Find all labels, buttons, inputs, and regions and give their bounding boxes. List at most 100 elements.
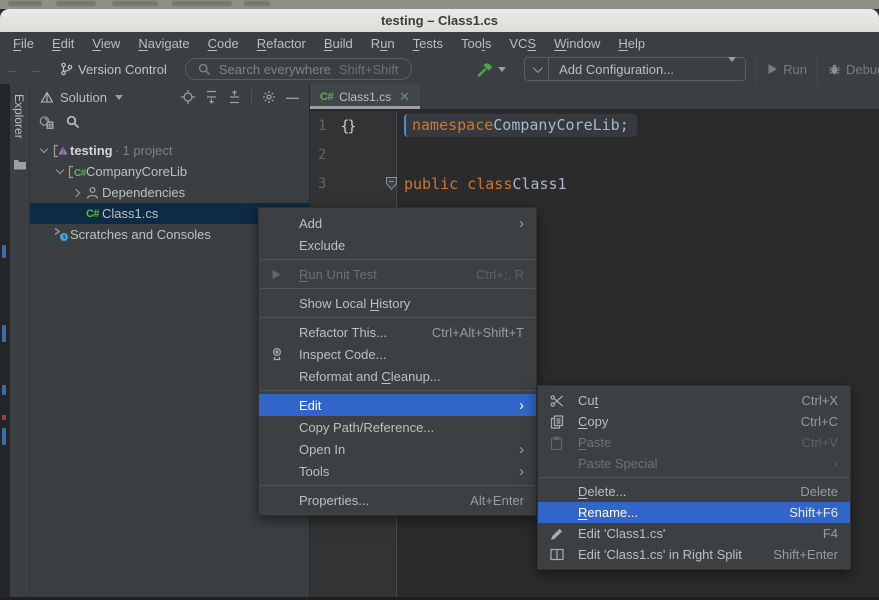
search-shortcut-hint: Shift+Shift xyxy=(339,62,399,77)
menubar-item-refactor[interactable]: Refactor xyxy=(248,34,315,53)
menubar-item-edit[interactable]: Edit xyxy=(43,34,83,53)
menu-separator xyxy=(539,477,849,478)
submenu-arrow-icon: › xyxy=(519,442,524,457)
edit-submenu: CutCtrl+XCopyCtrl+CPasteCtrl+VPaste Spec… xyxy=(537,385,851,570)
menu-shortcut: F4 xyxy=(823,526,838,541)
run-button[interactable]: Run xyxy=(756,54,817,84)
menu-item-edit[interactable]: Edit› xyxy=(259,394,536,416)
menu-separator xyxy=(260,390,535,391)
copy-icon xyxy=(550,415,578,429)
menu-item-show-local-history[interactable]: Show Local History xyxy=(259,292,536,314)
menubar-item-file[interactable]: File xyxy=(4,34,43,53)
menu-shortcut: Alt+Enter xyxy=(470,493,524,508)
version-control-button[interactable]: Version Control xyxy=(60,62,167,77)
menubar-item-build[interactable]: Build xyxy=(315,34,362,53)
main-toolbar: ← → Version Control Search everywhere Sh… xyxy=(0,54,879,84)
code-line-3[interactable]: public class Class1 xyxy=(398,169,879,198)
fold-marker-icon[interactable] xyxy=(386,177,397,190)
menu-shortcut: Ctrl+X xyxy=(802,393,838,408)
debug-button[interactable]: Debug xyxy=(817,54,879,84)
submenu-arrow-icon: › xyxy=(833,456,838,471)
tree-chevron-right-icon[interactable] xyxy=(68,190,83,196)
menu-item-edit-class1-cs[interactable]: Edit 'Class1.cs'F4 xyxy=(538,523,850,544)
menu-bar: FileEditViewNavigateCodeRefactorBuildRun… xyxy=(0,32,879,54)
menubar-item-tools[interactable]: Tools xyxy=(452,34,500,53)
build-options-chevron-icon[interactable] xyxy=(498,67,506,72)
tree-item-testing[interactable]: testing · 1 project xyxy=(30,140,309,161)
select-opened-file-icon[interactable] xyxy=(38,115,54,129)
run-label: Run xyxy=(783,62,807,77)
settings-gear-icon[interactable] xyxy=(262,90,276,104)
menu-item-paste: PasteCtrl+V xyxy=(538,432,850,453)
tree-item-companycorelib[interactable]: C#CompanyCoreLib xyxy=(30,161,309,182)
menubar-item-vcs[interactable]: VCS xyxy=(500,34,545,53)
version-control-label: Version Control xyxy=(78,62,167,77)
panel-search-icon[interactable] xyxy=(66,115,80,129)
menu-item-open-in[interactable]: Open In› xyxy=(259,438,536,460)
menu-item-exclude[interactable]: Exclude xyxy=(259,234,536,256)
menu-separator xyxy=(260,288,535,289)
menu-item-rename[interactable]: Rename...Shift+F6 xyxy=(538,502,850,523)
tab-close-icon[interactable]: ✕ xyxy=(399,89,410,105)
search-everywhere-input[interactable]: Search everywhere Shift+Shift xyxy=(185,58,412,80)
menubar-item-run[interactable]: Run xyxy=(362,34,404,53)
menu-item-cut[interactable]: CutCtrl+X xyxy=(538,390,850,411)
menubar-item-navigate[interactable]: Navigate xyxy=(129,34,198,53)
menu-item-edit-class1-cs-in-right-split[interactable]: Edit 'Class1.cs' in Right SplitShift+Ent… xyxy=(538,544,850,565)
expand-all-icon[interactable] xyxy=(205,90,218,104)
menu-shortcut: Ctrl+Alt+Shift+T xyxy=(432,325,524,340)
search-icon xyxy=(198,63,211,76)
menu-item-tools[interactable]: Tools› xyxy=(259,460,536,482)
debug-label: Debug xyxy=(846,62,879,77)
scissors-icon xyxy=(550,394,578,408)
solution-panel-toolbar xyxy=(30,110,309,134)
menubar-item-window[interactable]: Window xyxy=(545,34,609,53)
menu-item-inspect-code[interactable]: Inspect Code... xyxy=(259,343,536,365)
code-line-1[interactable]: namespace CompanyCoreLib; xyxy=(398,111,879,140)
menu-item-properties[interactable]: Properties...Alt+Enter xyxy=(259,489,536,511)
menu-item-refactor-this[interactable]: Refactor This...Ctrl+Alt+Shift+T xyxy=(259,321,536,343)
submenu-arrow-icon: › xyxy=(519,398,524,413)
code-line-2[interactable] xyxy=(398,140,879,169)
menu-shortcut: Ctrl+C xyxy=(801,414,838,429)
back-arrow-icon[interactable]: ← xyxy=(0,61,24,78)
menu-item-add[interactable]: Add› xyxy=(259,212,536,234)
folder-icon[interactable] xyxy=(13,158,27,170)
paste-icon xyxy=(550,436,578,450)
view-mode-chevron-icon[interactable] xyxy=(115,95,123,100)
collapse-all-icon[interactable] xyxy=(228,90,241,104)
highlighted-statement: namespace CompanyCoreLib; xyxy=(404,114,637,137)
menu-item-reformat-and-cleanup[interactable]: Reformat and Cleanup... xyxy=(259,365,536,387)
scratches-icon xyxy=(51,227,70,242)
tree-chevron-down-icon[interactable] xyxy=(36,149,51,152)
menu-item-paste-special: Paste Special› xyxy=(538,453,850,474)
context-menu: Add›ExcludeRun Unit TestCtrl+;, RShow Lo… xyxy=(258,207,537,516)
locate-file-icon[interactable] xyxy=(181,90,195,104)
tab-class1-cs[interactable]: C# Class1.cs ✕ xyxy=(310,84,420,109)
menu-separator xyxy=(260,485,535,486)
hide-panel-icon[interactable]: — xyxy=(286,90,299,105)
menu-shortcut: Shift+Enter xyxy=(773,547,838,562)
run-configuration-select[interactable]: Add Configuration... xyxy=(524,57,746,81)
search-placeholder: Search everywhere xyxy=(219,62,331,77)
tree-item-dependencies[interactable]: Dependencies xyxy=(30,182,309,203)
menubar-item-code[interactable]: Code xyxy=(199,34,248,53)
menubar-item-tests[interactable]: Tests xyxy=(404,34,452,53)
forward-arrow-icon[interactable]: → xyxy=(24,61,48,78)
tree-chevron-down-icon[interactable] xyxy=(52,170,67,173)
menubar-item-view[interactable]: View xyxy=(83,34,129,53)
menu-shortcut: Ctrl+;, R xyxy=(476,267,524,282)
menu-item-copy-path-reference[interactable]: Copy Path/Reference... xyxy=(259,416,536,438)
menu-item-copy[interactable]: CopyCtrl+C xyxy=(538,411,850,432)
window-titlebar[interactable]: testing – Class1.cs xyxy=(0,9,879,32)
explorer-tool-window-button[interactable]: Explorer xyxy=(12,94,26,139)
git-branch-icon xyxy=(60,62,73,76)
menu-item-delete[interactable]: Delete...Delete xyxy=(538,481,850,502)
build-solution-button[interactable] xyxy=(477,62,506,77)
solution-panel-title[interactable]: Solution xyxy=(60,90,107,105)
csfile-icon: C# xyxy=(83,208,102,220)
desktop-edge-strip xyxy=(0,84,10,597)
menubar-item-help[interactable]: Help xyxy=(609,34,654,53)
debug-bug-icon xyxy=(828,63,841,76)
play-icon xyxy=(271,269,299,280)
